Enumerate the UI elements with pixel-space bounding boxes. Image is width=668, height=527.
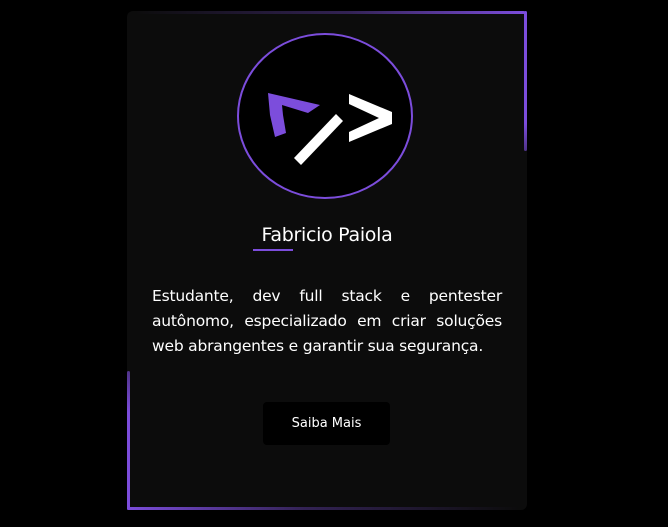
card-border-accent-top <box>135 11 525 14</box>
profile-name-text: Fabricio Paiola <box>261 224 393 246</box>
card-border-accent-bottom <box>127 507 519 510</box>
saiba-mais-button[interactable]: Saiba Mais <box>263 402 390 445</box>
profile-bio: Estudante, dev full stack e pentester au… <box>152 286 502 355</box>
name-underline-accent <box>253 249 293 251</box>
card-border-accent-right <box>524 11 527 151</box>
code-brackets-icon <box>268 93 392 165</box>
avatar <box>237 33 413 199</box>
card-border-accent-left <box>127 371 130 510</box>
profile-name: Fabricio Paiola <box>127 224 527 251</box>
profile-card: Fabricio Paiola Estudante, dev full stac… <box>127 11 527 510</box>
